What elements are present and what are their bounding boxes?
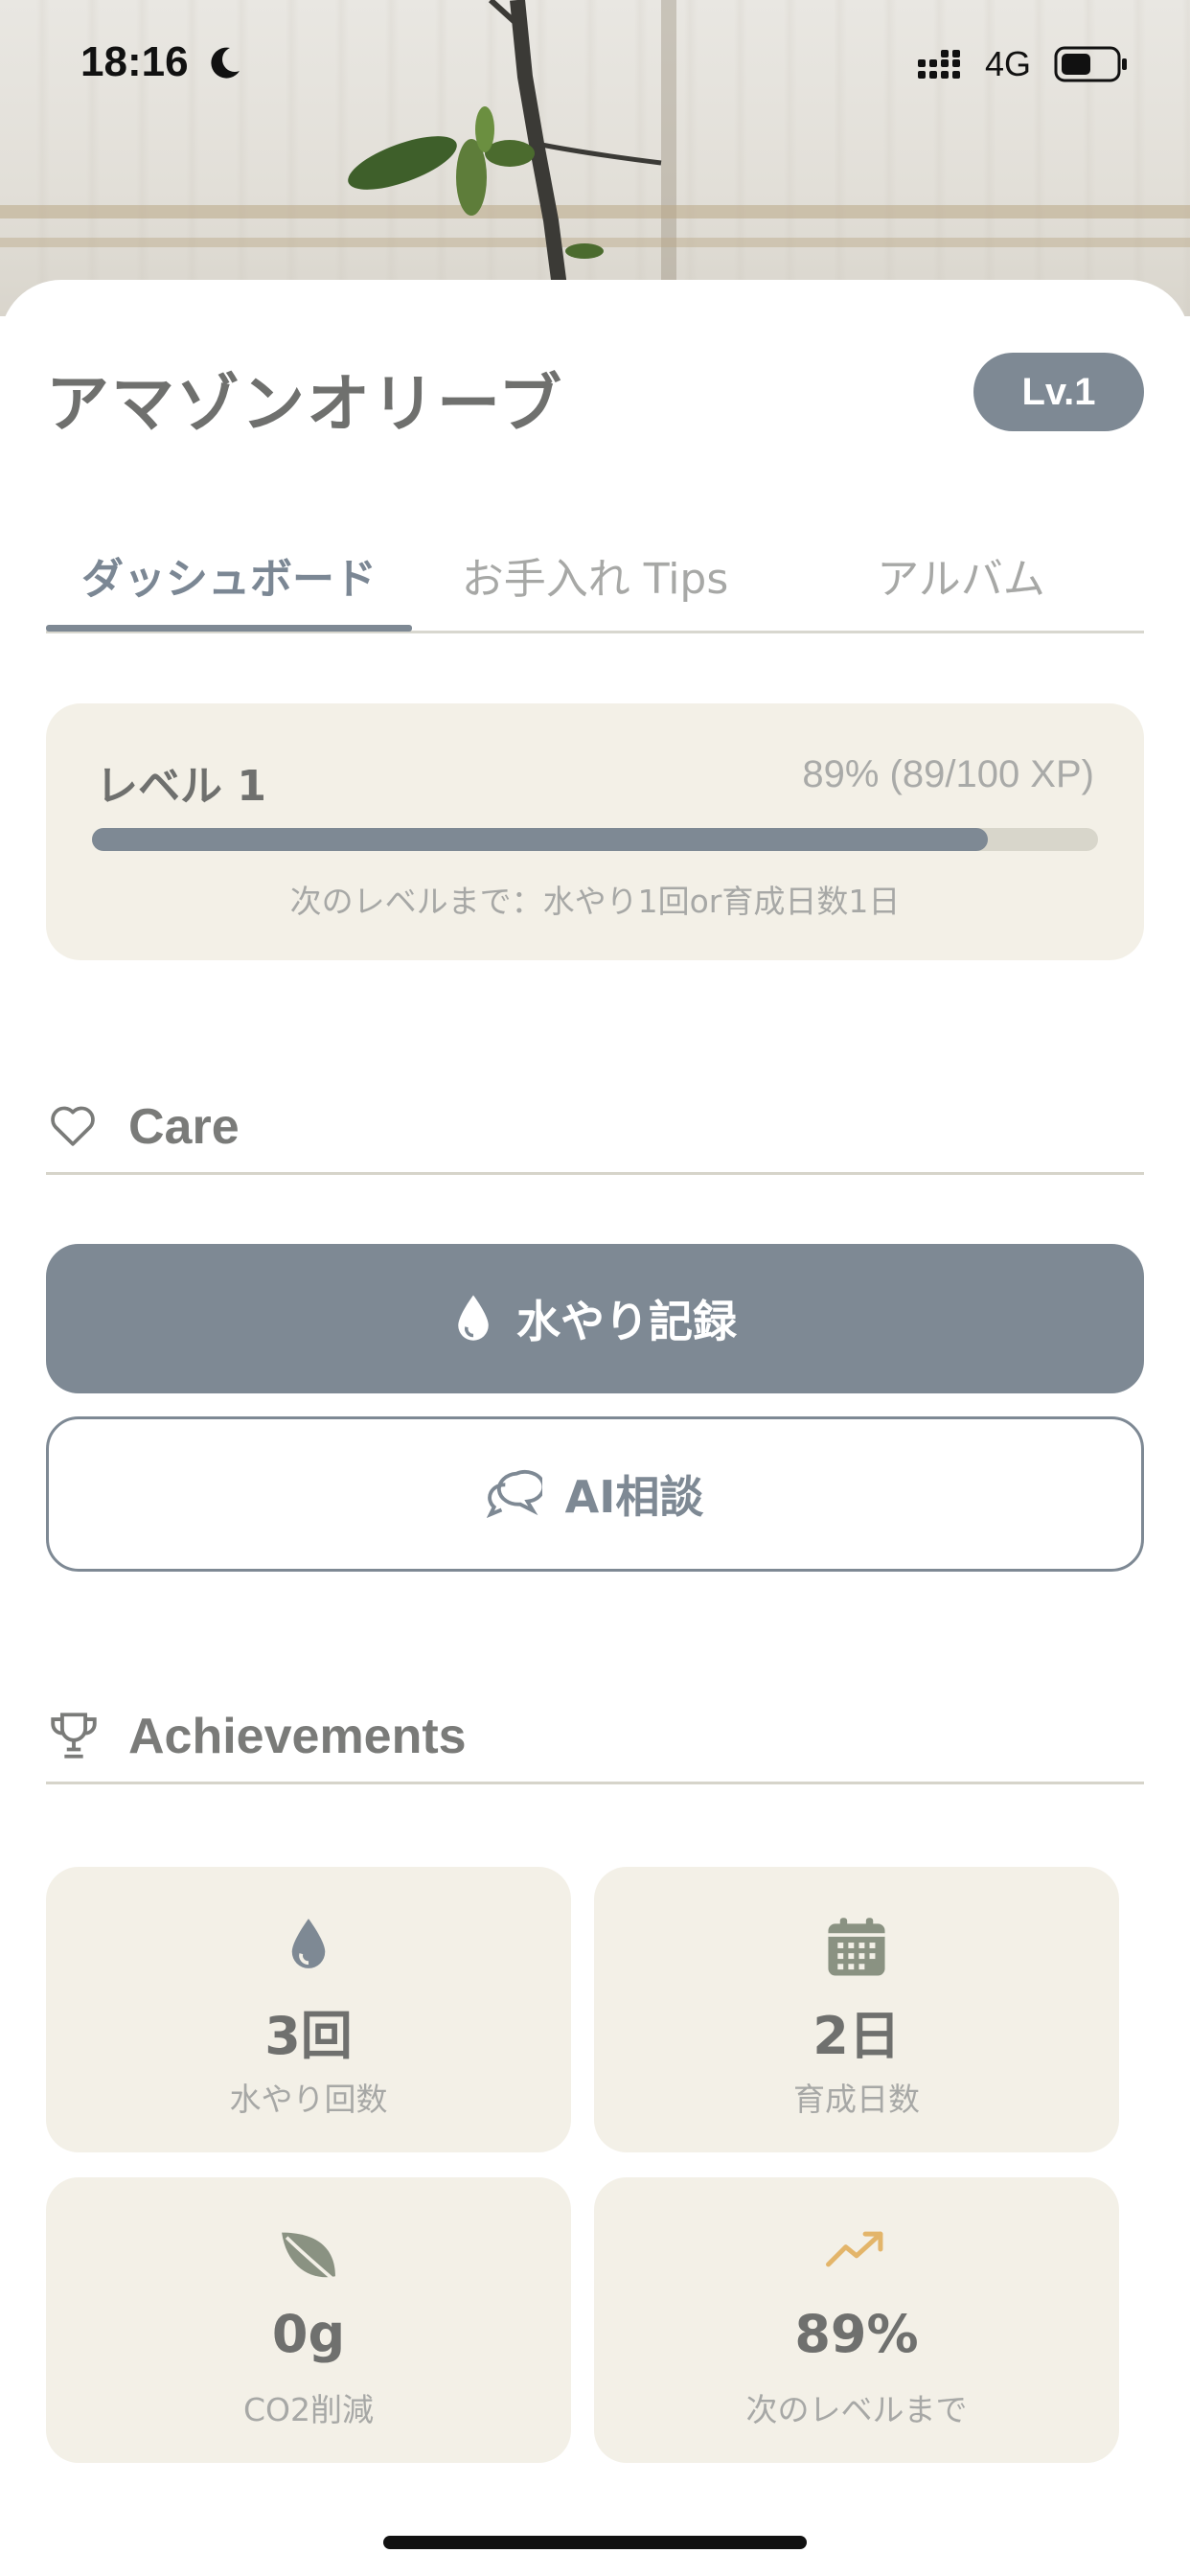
watering-count: 3回 — [264, 2006, 353, 2066]
growing-days-caption: 育成日数 — [793, 2081, 920, 2118]
level-title: レベル 1 — [96, 762, 266, 811]
achievements-heading: Achievements — [128, 1709, 467, 1764]
tab-care-tips[interactable]: お手入れ Tips — [412, 518, 778, 632]
achievement-card-next-level: 89% 次のレベルまで — [594, 2177, 1119, 2463]
achievements-divider — [46, 1782, 1144, 1784]
water-drop-icon — [291, 1919, 326, 1968]
tab-bar: ダッシュボード お手入れ Tips アルバム — [46, 518, 1144, 632]
water-log-button[interactable]: 水やり記録 — [46, 1244, 1144, 1393]
level-badge: Lv.1 — [973, 353, 1144, 431]
level-progress-fill — [92, 828, 988, 851]
achievement-card-watering: 3回 水やり回数 — [46, 1867, 571, 2152]
trophy-icon — [51, 1713, 97, 1759]
water-log-label: 水やり記録 — [516, 1296, 737, 1347]
home-indicator[interactable] — [383, 2536, 807, 2549]
achievement-card-co2: 0g CO2削減 — [46, 2177, 571, 2463]
watering-count-caption: 水やり回数 — [229, 2081, 388, 2118]
tab-album[interactable]: アルバム — [778, 518, 1144, 632]
water-drop-icon — [458, 1295, 489, 1341]
co2-reduction-caption: CO2削減 — [242, 2391, 374, 2428]
signal-icon — [918, 50, 960, 79]
achievements-section-header: Achievements — [46, 1698, 1144, 1784]
co2-reduction: 0g — [271, 2304, 346, 2364]
next-level-percent: 89% — [794, 2304, 919, 2364]
chat-bubbles-icon — [486, 1470, 542, 1518]
ai-consult-label: AI相談 — [564, 1471, 704, 1523]
plant-name: アマゾンオリーブ — [46, 367, 564, 441]
heart-icon — [51, 1106, 95, 1146]
level-progress-bar — [92, 828, 1098, 851]
growing-days: 2日 — [812, 2006, 901, 2066]
care-heading: Care — [128, 1099, 240, 1155]
level-progress-text: 89% (89/100 XP) — [802, 753, 1094, 795]
care-divider — [46, 1172, 1144, 1175]
level-hint: 次のレベルまで：水やり1回or育成日数1日 — [289, 883, 901, 920]
battery-icon — [1054, 46, 1127, 82]
tab-active-indicator — [46, 625, 412, 632]
care-section-header: Care — [46, 1089, 1144, 1175]
moon-icon — [211, 47, 240, 79]
achievement-card-days: 2日 育成日数 — [594, 1867, 1119, 2152]
calendar-icon — [828, 1918, 885, 1976]
trending-up-icon — [826, 2231, 883, 2267]
ai-consult-button[interactable]: AI相談 — [46, 1416, 1144, 1572]
tab-dashboard[interactable]: ダッシュボード — [46, 518, 412, 632]
leaf-icon — [282, 2232, 337, 2283]
status-time: 18:16 — [80, 38, 189, 85]
next-level-caption: 次のレベルまで — [745, 2391, 968, 2428]
network-type: 4G — [985, 44, 1032, 83]
